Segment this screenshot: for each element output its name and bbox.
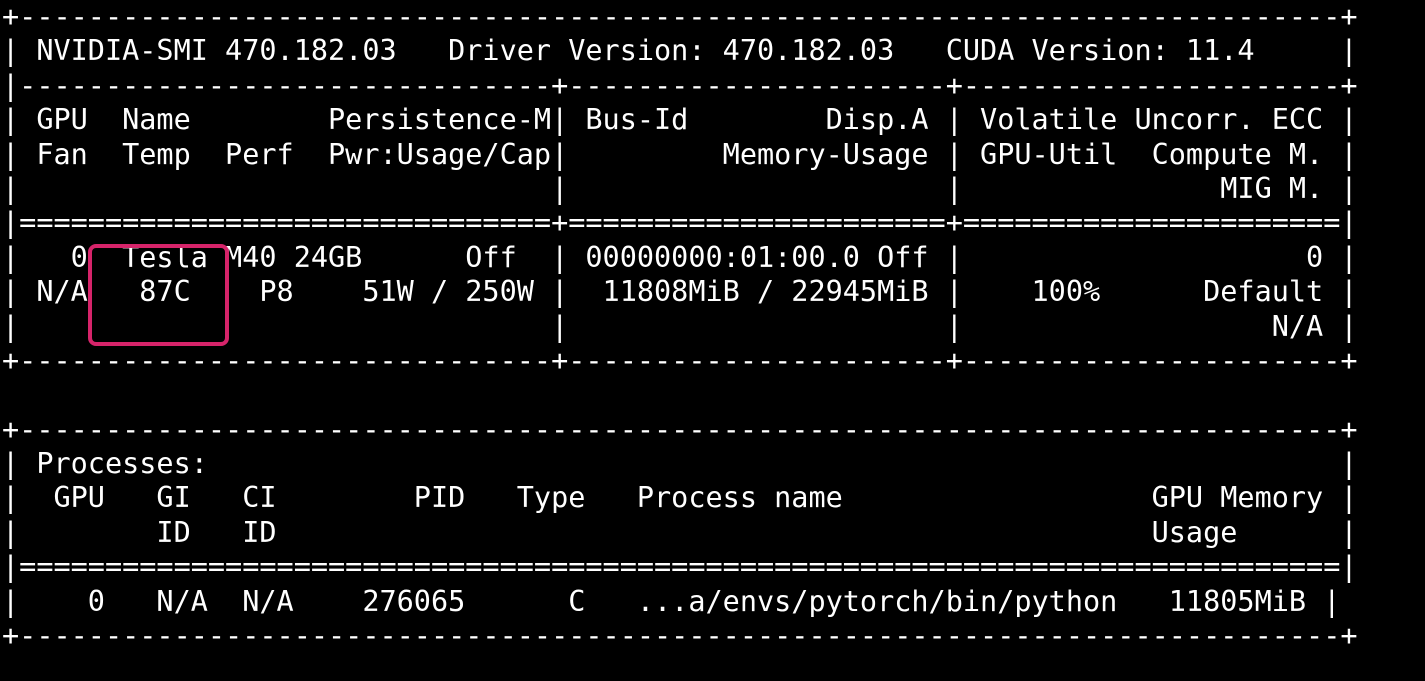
- process-row: | 0 N/A N/A 276065 C ...a/envs/pytorch/b…: [2, 584, 1341, 618]
- gpu-row-1: | 0 Tesla M40 24GB Off | 00000000:01:00.…: [2, 240, 1358, 274]
- gpu-column-header-1: | GPU Name Persistence-M| Bus-Id Disp.A …: [2, 103, 1358, 137]
- table-separator: |-------------------------------+-------…: [2, 68, 1358, 102]
- processes-column-header-2: | ID ID Usage |: [2, 515, 1358, 549]
- gpu-column-header-3: | | | MIG M. |: [2, 171, 1358, 205]
- gpu-column-header-2: | Fan Temp Perf Pwr:Usage/Cap| Memory-Us…: [2, 137, 1358, 171]
- gpu-row-2: | N/A 87C P8 51W / 250W | 11808MiB / 229…: [2, 275, 1358, 309]
- table-border-bottom: +-------------------------------+-------…: [2, 343, 1358, 377]
- terminal-output: +---------------------------------------…: [2, 0, 1358, 653]
- table-double-separator: |===============================+=======…: [2, 206, 1358, 240]
- smi-header-line: | NVIDIA-SMI 470.182.03 Driver Version: …: [2, 34, 1358, 68]
- processes-double-separator: |=======================================…: [2, 550, 1358, 584]
- processes-title: | Processes: |: [2, 447, 1358, 481]
- processes-border-top: +---------------------------------------…: [2, 412, 1358, 446]
- processes-border-bottom: +---------------------------------------…: [2, 619, 1358, 653]
- gpu-row-3: | | | N/A |: [2, 309, 1358, 343]
- processes-column-header-1: | GPU GI CI PID Type Process name GPU Me…: [2, 481, 1358, 515]
- table-border-top: +---------------------------------------…: [2, 0, 1358, 33]
